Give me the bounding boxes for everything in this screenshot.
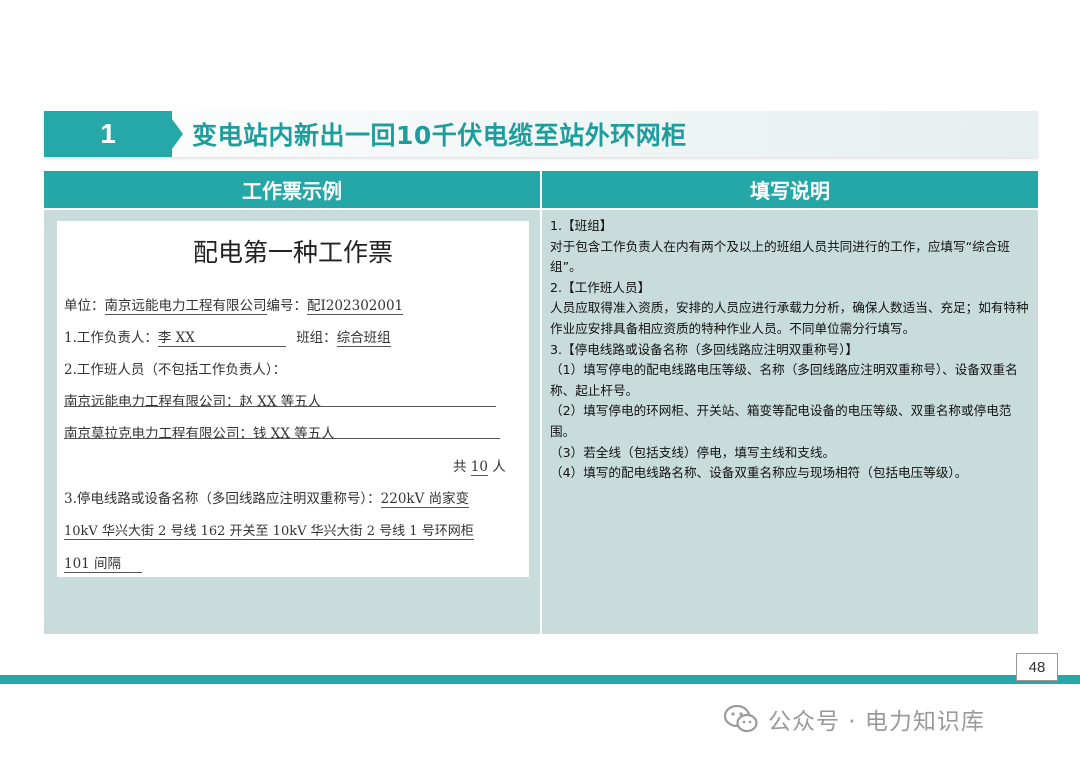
desc-line: （4）填写的配电线路名称、设备双重名称应与现场相符（包括电压等级）。 <box>550 465 968 481</box>
ticket-title: 配电第一种工作票 <box>192 238 393 267</box>
ticket-unit-row: 单位：南京远能电力工程有限公司编号：配I202302001 <box>64 294 404 315</box>
content-table: 工作票示例 填写说明 配电第一种工作票 单位：南京远能电力工程有限公司编号：配I… <box>44 171 1038 634</box>
members-label: 2.工作班人员（不包括工作负责人）： <box>64 362 287 378</box>
desc-line: 2.【工作班人员】 <box>550 279 651 295</box>
wechat-icon <box>724 705 758 733</box>
line3-value-3: 101 间隔 <box>64 552 142 573</box>
section-arrow-icon <box>172 119 183 149</box>
section-title: 变电站内新出一回10千伏电缆至站外环网柜 <box>192 121 687 150</box>
line3-row-2: 10kV 华兴大街 2 号线 162 开关至 10kV 华兴大街 2 号线 1 … <box>64 520 474 540</box>
line3-label: 3.停电线路或设备名称（多回线路应注明双重称号）： <box>64 491 381 507</box>
line3-row: 3.停电线路或设备名称（多回线路应注明双重称号）：220kV 尚家变 <box>64 487 470 508</box>
section-number: 1 <box>44 111 172 157</box>
desc-line: 对于包含工作负责人在内有两个及以上的班组人员共同进行的工作，应填写“综合班组”。 <box>550 238 1010 275</box>
watermark-text: 公众号 · 电力知识库 <box>768 709 985 735</box>
no-label: 编号： <box>266 298 308 314</box>
total-row: 共 10 人 <box>453 455 506 476</box>
desc-line: 1.【班组】 <box>550 218 613 233</box>
instructions-text: 1.【班组】 对于包含工作负责人在内有两个及以上的班组人员共同进行的工作，应填写… <box>550 216 1032 484</box>
desc-line: 3.【停电线路或设备名称（多回线路应注明双重称号）】 <box>550 341 858 357</box>
total-prefix: 共 <box>453 459 467 475</box>
line3-value-1: 220kV 尚家变 <box>380 487 470 508</box>
total-suffix: 人 <box>492 459 506 475</box>
team-label: 班组： <box>296 330 337 346</box>
desc-line: 人员应取得准入资质，安排的人员应进行承载力分析，确保人数适当、充足；如有特种作业… <box>550 300 1029 336</box>
footer-band <box>0 675 1080 684</box>
unit-value: 南京远能电力工程有限公司 <box>104 294 267 315</box>
header-instructions: 填写说明 <box>542 171 1038 208</box>
member-line-1: 南京远能电力工程有限公司：赵 XX 等五人 <box>64 394 322 410</box>
page-number: 48 <box>1016 653 1058 681</box>
leader-value: 李 XX <box>157 326 286 347</box>
instructions-cell: 1.【班组】 对于包含工作负责人在内有两个及以上的班组人员共同进行的工作，应填写… <box>542 210 1038 634</box>
no-value: 配I202302001 <box>307 294 404 315</box>
member-line-1-underline <box>64 406 496 407</box>
line3-row-3: 101 间隔 <box>64 552 142 573</box>
desc-line: （3）若全线（包括支线）停电，填写主线和支线。 <box>550 444 836 460</box>
member-line-2-underline <box>64 438 500 439</box>
unit-label: 单位： <box>64 298 105 314</box>
watermark: 公众号 · 电力知识库 <box>724 699 985 739</box>
desc-line: （1）填写停电的配电线路电压等级、名称（多回线路应注明双重称号）、设备双重名称、… <box>550 362 1018 398</box>
header-example: 工作票示例 <box>44 171 540 208</box>
leader-label: 1.工作负责人： <box>64 330 158 346</box>
team-value: 综合班组 <box>336 326 391 347</box>
total-value: 10 <box>470 459 488 476</box>
example-cell: 配电第一种工作票 单位：南京远能电力工程有限公司编号：配I202302001 1… <box>44 210 540 634</box>
desc-line: （2）填写停电的环网柜、开关站、箱变等配电设备的电压等级、双重名称或停电范围。 <box>550 403 1012 439</box>
ticket-leader-row: 1.工作负责人：李 XX 班组：综合班组 <box>64 326 391 347</box>
work-ticket: 配电第一种工作票 单位：南京远能电力工程有限公司编号：配I202302001 1… <box>57 221 529 577</box>
member-line-2: 南京莫拉克电力工程有限公司：钱 XX 等五人 <box>64 426 335 442</box>
line3-value-2: 10kV 华兴大街 2 号线 162 开关至 10kV 华兴大街 2 号线 1 … <box>64 520 474 540</box>
